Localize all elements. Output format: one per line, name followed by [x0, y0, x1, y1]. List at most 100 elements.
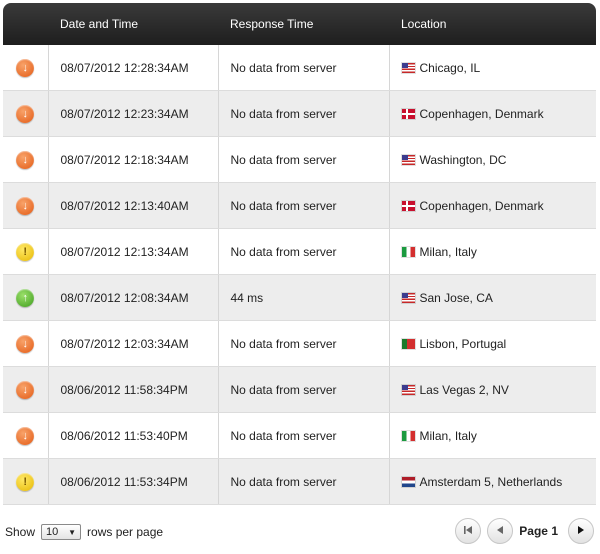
datetime-text: 08/07/2012 12:03:34AM	[60, 336, 189, 351]
location-cell: Copenhagen, Denmark	[389, 90, 596, 137]
pagination: Page 1	[449, 518, 594, 544]
response-text: No data from server	[230, 244, 337, 259]
response-cell: No data from server	[218, 90, 390, 137]
table-row[interactable]: ↓ 08/07/2012 12:18:34AM No data from serve…	[3, 136, 596, 183]
header-status	[3, 3, 48, 45]
response-text: No data from server	[230, 428, 337, 443]
status-cell: ↓	[3, 320, 49, 367]
warning-icon: !	[16, 242, 35, 261]
header-date-time[interactable]: Date and Time	[48, 3, 218, 45]
flag-it-icon	[401, 430, 415, 441]
show-label: Show	[5, 525, 36, 539]
table-row[interactable]: ↓ 08/07/2012 12:03:34AM No data from serve…	[3, 320, 596, 367]
response-cell: No data from server	[218, 412, 390, 459]
table-row[interactable]: ↓ 08/06/2012 11:53:40PM No data from serve…	[3, 412, 596, 459]
location-text: Milan, Italy	[419, 428, 477, 443]
flag-pt-icon	[401, 338, 415, 349]
status-cell: !	[3, 458, 49, 505]
response-text: No data from server	[230, 198, 337, 213]
monitor-log: Date and Time Response Time Location ↓ 08…	[3, 3, 596, 505]
response-cell: No data from server	[218, 366, 390, 413]
next-page-button[interactable]	[568, 518, 594, 544]
status-cell: !	[3, 228, 49, 275]
datetime-cell: 08/07/2012 12:28:34AM	[48, 45, 219, 91]
location-cell: Las Vegas 2, NV	[389, 366, 596, 413]
flag-us-icon	[401, 154, 415, 165]
table-row[interactable]: ! 08/07/2012 12:13:34AM No data from serve…	[3, 228, 596, 275]
table-row[interactable]: ↓ 08/07/2012 12:23:34AM No data from serve…	[3, 90, 596, 137]
location-text: Washington, DC	[419, 152, 507, 167]
location-text: Chicago, IL	[419, 60, 481, 75]
table-row[interactable]: ↑ 08/07/2012 12:08:34AM 44 ms San Jose, CA	[3, 274, 596, 321]
location-cell: Milan, Italy	[389, 228, 596, 275]
prev-page-button[interactable]	[487, 518, 514, 544]
datetime-cell: 08/06/2012 11:53:40PM	[48, 412, 219, 459]
datetime-cell: 08/06/2012 11:53:34PM	[48, 458, 219, 505]
header-response-time[interactable]: Response Time	[218, 3, 389, 45]
prev-page-icon	[495, 525, 505, 538]
response-text: No data from server	[230, 474, 337, 489]
arrow-down-icon: ↓	[16, 426, 35, 445]
flag-us-icon	[401, 384, 415, 395]
location-text: Copenhagen, Denmark	[419, 106, 544, 121]
response-cell: No data from server	[218, 228, 390, 275]
response-text: No data from server	[230, 106, 337, 121]
table-row[interactable]: ↓ 08/07/2012 12:28:34AM No data from serve…	[3, 45, 596, 91]
response-text: No data from server	[230, 152, 337, 167]
location-text: Lisbon, Portugal	[419, 336, 507, 351]
rows-per-page-select[interactable]: 10 ▼	[41, 524, 82, 540]
flag-us-icon	[401, 62, 415, 73]
first-page-button[interactable]	[455, 518, 482, 544]
status-cell: ↓	[3, 182, 49, 229]
flag-nl-icon	[401, 476, 415, 487]
header-location[interactable]: Location	[389, 3, 596, 45]
rows-per-page-value: 10	[46, 526, 59, 538]
table-row[interactable]: ↓ 08/06/2012 11:58:34PM No data from serve…	[3, 366, 596, 413]
datetime-text: 08/07/2012 12:28:34AM	[60, 60, 189, 75]
location-text: Las Vegas 2, NV	[419, 382, 509, 397]
datetime-text: 08/07/2012 12:08:34AM	[60, 290, 189, 305]
response-cell: 44 ms	[218, 274, 390, 321]
location-cell: Lisbon, Portugal	[389, 320, 596, 367]
datetime-text: 08/06/2012 11:53:34PM	[60, 474, 188, 489]
table-row[interactable]: ↓ 08/07/2012 12:13:40AM No data from serve…	[3, 182, 596, 229]
location-cell: Milan, Italy	[389, 412, 596, 459]
check-log-table: Date and Time Response Time Location ↓ 08…	[3, 3, 596, 505]
response-cell: No data from server	[218, 458, 390, 505]
rows-per-page-label: rows per page	[87, 525, 164, 539]
status-cell: ↓	[3, 136, 49, 183]
datetime-text: 08/07/2012 12:13:40AM	[60, 198, 189, 213]
datetime-cell: 08/06/2012 11:58:34PM	[48, 366, 219, 413]
datetime-cell: 08/07/2012 12:13:40AM	[48, 182, 219, 229]
response-text: No data from server	[230, 382, 337, 397]
flag-dk-icon	[401, 200, 415, 211]
location-cell: Copenhagen, Denmark	[389, 182, 596, 229]
status-cell: ↓	[3, 90, 49, 137]
datetime-cell: 08/07/2012 12:18:34AM	[48, 136, 219, 183]
arrow-down-icon: ↓	[16, 58, 35, 77]
datetime-text: 08/06/2012 11:58:34PM	[60, 382, 188, 397]
datetime-text: 08/07/2012 12:18:34AM	[60, 152, 189, 167]
arrow-up-icon: ↑	[16, 288, 35, 307]
response-text: No data from server	[230, 336, 337, 351]
arrow-down-icon: ↓	[16, 196, 35, 215]
status-cell: ↓	[3, 366, 49, 413]
arrow-down-icon: ↓	[16, 104, 35, 123]
location-text: Copenhagen, Denmark	[419, 198, 544, 213]
location-text: San Jose, CA	[419, 290, 493, 305]
location-text: Milan, Italy	[419, 244, 477, 259]
arrow-down-icon: ↓	[16, 334, 35, 353]
datetime-cell: 08/07/2012 12:23:34AM	[48, 90, 219, 137]
arrow-down-icon: ↓	[16, 380, 35, 399]
datetime-cell: 08/07/2012 12:13:34AM	[48, 228, 219, 275]
location-cell: Chicago, IL	[389, 45, 596, 91]
location-cell: San Jose, CA	[389, 274, 596, 321]
response-cell: No data from server	[218, 182, 390, 229]
chevron-down-icon: ▼	[68, 527, 77, 537]
location-cell: Amsterdam 5, Netherlands	[389, 458, 596, 505]
response-cell: No data from server	[218, 136, 390, 183]
response-cell: No data from server	[218, 320, 390, 367]
datetime-cell: 08/07/2012 12:08:34AM	[48, 274, 219, 321]
datetime-cell: 08/07/2012 12:03:34AM	[48, 320, 219, 367]
table-row[interactable]: ! 08/06/2012 11:53:34PM No data from serve…	[3, 458, 596, 505]
